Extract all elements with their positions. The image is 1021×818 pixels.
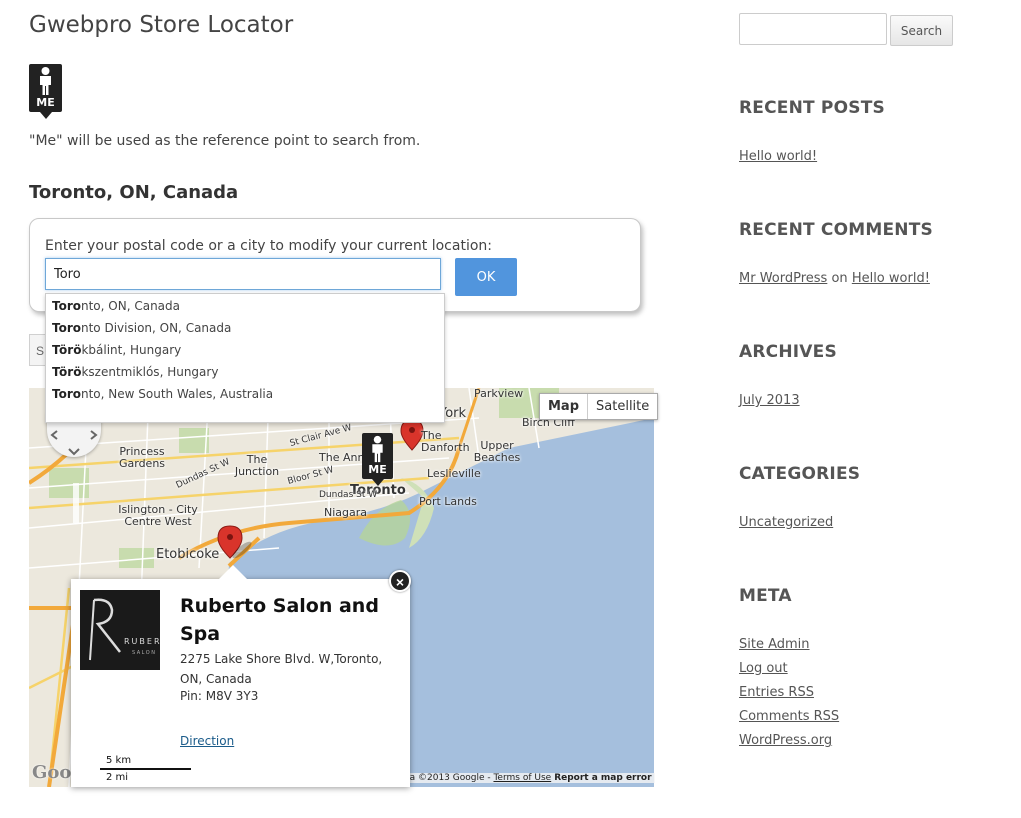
archives-title: ARCHIVES — [739, 342, 837, 362]
map-label: Upper Beaches — [473, 439, 521, 464]
meta-wordpress-org-link[interactable]: WordPress.org — [739, 733, 832, 748]
person-icon — [40, 67, 51, 95]
category-link[interactable]: Uncategorized — [739, 515, 833, 530]
close-icon[interactable]: × — [389, 570, 411, 592]
svg-text:SALON: SALON — [132, 650, 156, 656]
me-marker-icon: ME — [29, 64, 62, 119]
meta-site-admin-link[interactable]: Site Admin — [739, 637, 810, 652]
recent-post-link[interactable]: Hello world! — [739, 149, 817, 164]
search-button[interactable]: Search — [890, 15, 953, 46]
meta-comments-rss-link[interactable]: Comments RSS — [739, 709, 839, 724]
current-location-title: Toronto, ON, Canada — [29, 182, 239, 203]
map-label: The Danforth — [421, 429, 470, 454]
map-label: Etobicoke — [156, 547, 220, 562]
store-pin: Pin: M8V 3Y3 — [180, 689, 259, 703]
map-label: The Junction — [234, 453, 280, 478]
ruberto-logo-icon: RUBER SALON — [80, 590, 160, 670]
map-me-marker-icon[interactable]: ME — [362, 433, 393, 486]
me-marker-label: ME — [36, 96, 55, 109]
location-input[interactable] — [45, 258, 441, 290]
recent-comment: Mr WordPress on Hello world! — [739, 271, 930, 286]
recent-comments-title: RECENT COMMENTS — [739, 220, 933, 240]
map-label: Dundas St W — [319, 490, 378, 500]
svg-text:RUBER: RUBER — [124, 637, 160, 646]
me-marker-label: ME — [368, 463, 387, 476]
map-label: Port Lands — [419, 495, 477, 508]
map-attribution: Map data ©2013 Google - Terms of Use Repo… — [370, 773, 655, 783]
comment-post-link[interactable]: Hello world! — [852, 271, 930, 286]
meta-entries-rss-link[interactable]: Entries RSS — [739, 685, 814, 700]
report-error-link[interactable]: Report a map error — [554, 773, 651, 783]
suggestion-item[interactable]: Törökszentmiklós, Hungary — [52, 365, 218, 379]
autocomplete-dropdown: Toronto, ON, Canada Toronto Division, ON… — [45, 293, 445, 423]
suggestion-item[interactable]: Törökbálint, Hungary — [52, 343, 181, 357]
meta-title: META — [739, 586, 792, 606]
suggestion-item[interactable]: Toronto, New South Wales, Australia — [52, 387, 273, 401]
comment-author-link[interactable]: Mr WordPress — [739, 271, 827, 286]
map-label: Leslieville — [427, 467, 481, 480]
suggestion-item[interactable]: Toronto Division, ON, Canada — [52, 321, 231, 335]
store-address: 2275 Lake Shore Blvd. W,Toronto, ON, Can… — [180, 652, 383, 686]
map-label: Princess Gardens — [118, 445, 166, 470]
map-type-control: Map Satellite — [539, 393, 659, 420]
site-title: Gwebpro Store Locator — [29, 12, 294, 38]
comment-on-text: on — [831, 271, 848, 286]
person-icon — [372, 435, 383, 463]
archive-link[interactable]: July 2013 — [739, 393, 800, 408]
suggestion-item[interactable]: Toronto, ON, Canada — [52, 299, 180, 313]
map-scale: 5 km 2 mi — [100, 755, 191, 783]
scale-mi: 2 mi — [106, 772, 129, 783]
categories-title: CATEGORIES — [739, 464, 861, 484]
map-label: Islington - City Centre West — [118, 503, 198, 528]
meta-log-out-link[interactable]: Log out — [739, 661, 788, 676]
store-name: Ruberto Salon and Spa — [180, 595, 379, 645]
ok-button[interactable]: OK — [455, 258, 517, 296]
map-type-map-button[interactable]: Map — [540, 394, 589, 419]
location-prompt: Enter your postal code or a city to modi… — [45, 238, 492, 254]
direction-link[interactable]: Direction — [180, 734, 234, 748]
scale-km: 5 km — [106, 755, 132, 766]
salon-logo: RUBER SALON — [80, 590, 160, 670]
map-label: Niagara — [324, 506, 368, 519]
map-label: Parkview — [474, 388, 524, 400]
terms-link[interactable]: Terms of Use — [493, 773, 551, 783]
recent-posts-title: RECENT POSTS — [739, 98, 885, 118]
reference-note: "Me" will be used as the reference point… — [29, 133, 421, 149]
map-type-satellite-button[interactable]: Satellite — [588, 394, 657, 419]
search-input[interactable] — [739, 13, 887, 45]
